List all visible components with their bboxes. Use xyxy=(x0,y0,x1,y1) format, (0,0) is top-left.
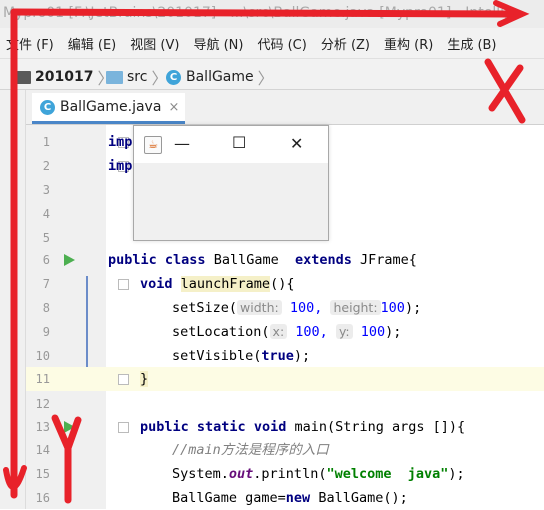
code-line-12: 12 xyxy=(26,392,544,416)
line-number: 16 xyxy=(35,491,50,505)
code-line-15: 15 System.out.println("welcome java"); xyxy=(26,462,544,486)
line-number: 1 xyxy=(42,135,50,149)
line-number: 9 xyxy=(42,325,50,339)
code-line-6: 6 public class BallGame extends JFrame{ xyxy=(26,248,544,272)
code-text: public class BallGame extends JFrame{ xyxy=(108,252,417,268)
menu-file[interactable]: 文件 (F) xyxy=(0,34,61,53)
code-line-9: 9 setLocation(x: 100, y: 100); xyxy=(26,320,544,344)
menu-build[interactable]: 生成 (B) xyxy=(440,34,503,53)
code-text: imp xyxy=(108,134,133,150)
jframe-window[interactable]: ☕ — ☐ ✕ xyxy=(133,125,329,241)
code-text: System.out.println("welcome java"); xyxy=(172,466,465,482)
line-number: 14 xyxy=(35,443,50,457)
menu-analyze[interactable]: 分析 (Z) xyxy=(314,34,377,53)
code-text: setLocation(x: 100, y: 100); xyxy=(172,324,402,340)
editor-tab-bar: C BallGame.java × xyxy=(26,90,544,125)
breadcrumb-folder-label: src xyxy=(127,69,148,85)
line-number: 5 xyxy=(42,231,50,245)
breadcrumb-file-label: BallGame xyxy=(186,69,254,85)
line-number: 3 xyxy=(42,183,50,197)
line-number: 11 xyxy=(35,372,50,386)
line-number: 13 xyxy=(35,420,50,434)
line-number: 12 xyxy=(35,397,50,411)
line-number: 2 xyxy=(42,159,50,173)
code-line-7: 7 void launchFrame(){ xyxy=(26,272,544,296)
code-text: setSize(width: 100, height: 100); xyxy=(172,300,422,316)
window-title: Mypro01 [F:\JetBrains\201017] - ...\src\… xyxy=(3,5,508,21)
line-number: 10 xyxy=(35,349,50,363)
close-button[interactable]: ✕ xyxy=(290,134,303,153)
menu-navigate[interactable]: 导航 (N) xyxy=(186,34,250,53)
menu-refactor[interactable]: 重构 (R) xyxy=(377,34,440,53)
project-folder-icon xyxy=(14,70,31,84)
maximize-button[interactable]: ☐ xyxy=(232,133,246,152)
source-folder-icon xyxy=(106,70,123,84)
code-line-13: 13 public static void main(String args [… xyxy=(26,415,544,439)
tab-label: BallGame.java xyxy=(60,99,162,115)
java-class-icon: C xyxy=(166,69,181,85)
menu-edit[interactable]: 编辑 (E) xyxy=(61,34,124,53)
code-line-10: 10 setVisible(true); xyxy=(26,344,544,368)
fold-icon[interactable] xyxy=(118,279,129,290)
fold-icon[interactable] xyxy=(118,422,129,433)
run-icon[interactable] xyxy=(64,421,75,433)
run-icon[interactable] xyxy=(64,254,75,266)
tab-ballgame[interactable]: C BallGame.java × xyxy=(32,93,186,124)
breadcrumb-project[interactable]: 201017 〉 xyxy=(14,65,113,89)
java-cup-icon: ☕ xyxy=(144,136,162,154)
code-text: public static void main(String args []){ xyxy=(140,419,466,435)
breadcrumb-project-label: 201017 xyxy=(35,69,94,85)
code-text: imp xyxy=(108,158,133,174)
line-number: 15 xyxy=(35,467,50,481)
line-number: 7 xyxy=(42,277,50,291)
line-number: 8 xyxy=(42,301,50,315)
code-line-8: 8 setSize(width: 100, height: 100); xyxy=(26,296,544,320)
code-text: BallGame game=new BallGame(); xyxy=(172,490,408,506)
close-tab-icon[interactable]: × xyxy=(169,100,180,115)
line-number: 6 xyxy=(42,253,50,267)
fold-icon[interactable] xyxy=(118,374,129,385)
jframe-title-bar[interactable]: ☕ — ☐ ✕ xyxy=(134,126,328,163)
code-line-16: 16 BallGame game=new BallGame(); xyxy=(26,486,544,510)
code-text: } xyxy=(140,371,149,387)
menu-code[interactable]: 代码 (C) xyxy=(250,34,313,53)
menu-bar: 文件 (F) 编辑 (E) 视图 (V) 导航 (N) 代码 (C) 分析 (Z… xyxy=(0,28,544,58)
java-class-icon: C xyxy=(40,99,55,115)
breadcrumb-folder[interactable]: src 〉 xyxy=(106,65,167,89)
code-text: void launchFrame(){ xyxy=(140,276,295,292)
code-text: setVisible(true); xyxy=(172,348,311,364)
breadcrumb: 201017 〉 src 〉 C BallGame 〉 xyxy=(0,58,544,90)
chevron-right-icon: 〉 xyxy=(257,69,274,88)
code-comment: //main方法是程序的入口 xyxy=(172,442,329,458)
line-number: 4 xyxy=(42,207,50,221)
code-line-14: 14 //main方法是程序的入口 xyxy=(26,438,544,462)
left-tool-strip xyxy=(0,90,26,509)
menu-view[interactable]: 视图 (V) xyxy=(123,34,186,53)
title-bar: Mypro01 [F:\JetBrains\201017] - ...\src\… xyxy=(0,0,544,28)
code-line-11: 11 } xyxy=(26,367,544,391)
minimize-button[interactable]: — xyxy=(174,134,190,153)
breadcrumb-file[interactable]: C BallGame 〉 xyxy=(166,65,274,89)
